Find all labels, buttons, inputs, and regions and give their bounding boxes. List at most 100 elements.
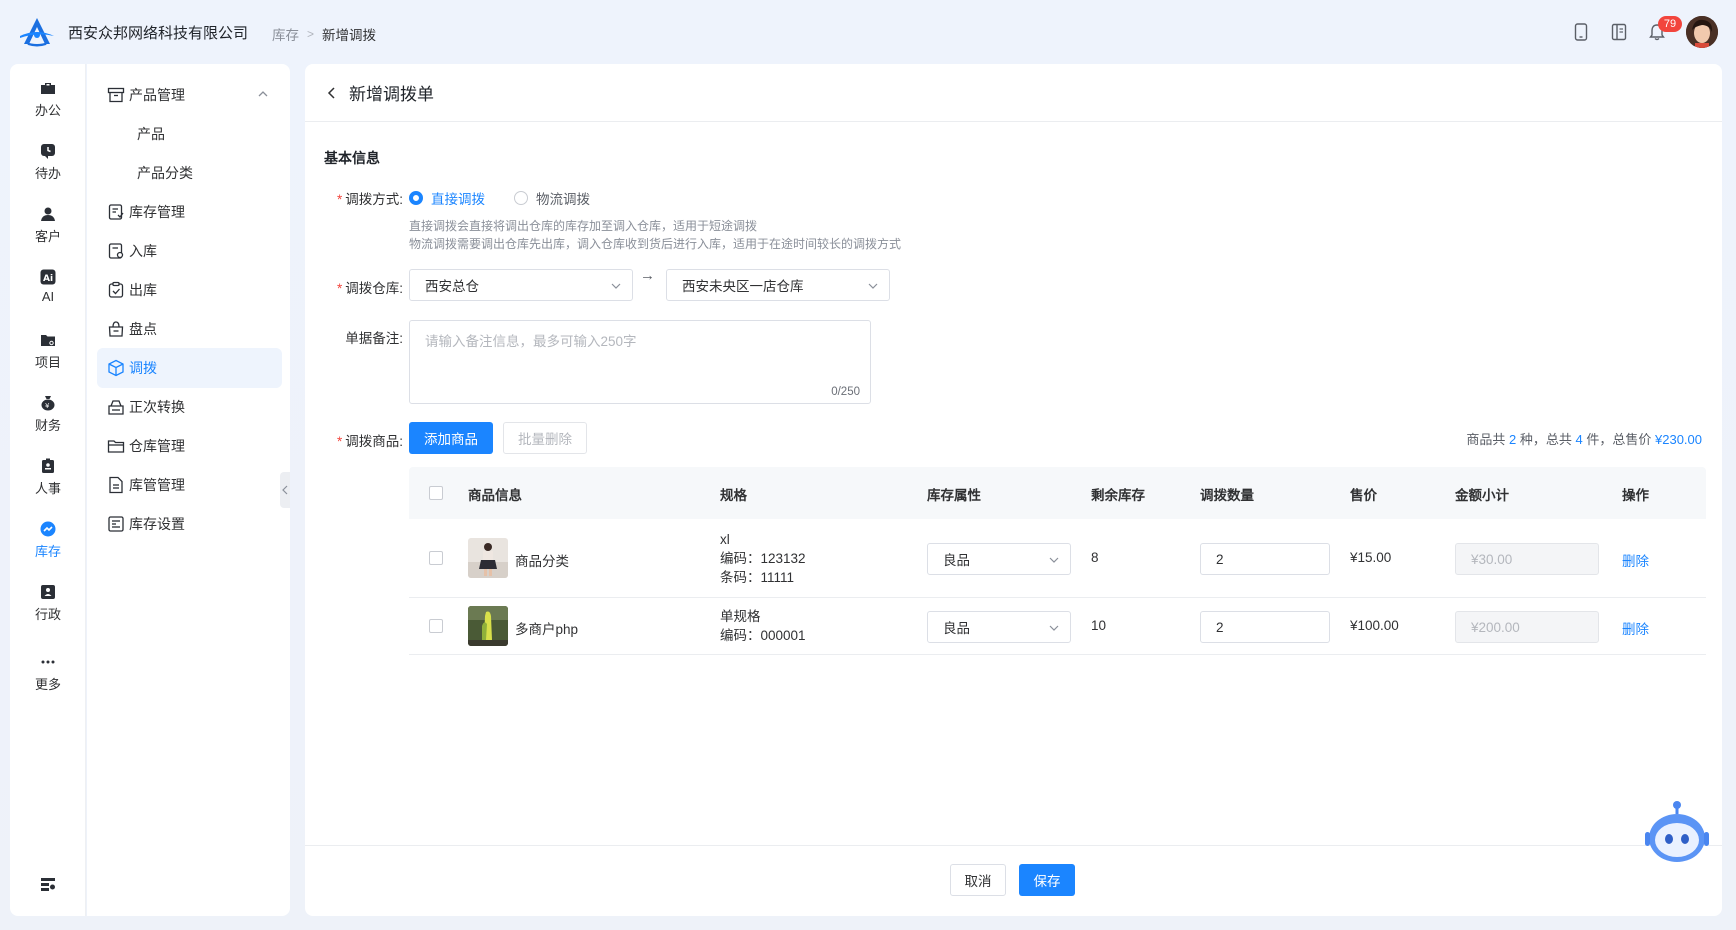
rail-item-inventory[interactable]: 库存 <box>10 521 86 560</box>
submenu-product-management[interactable]: 产品管理 <box>97 75 282 115</box>
submenu-label: 调拨 <box>129 360 157 376</box>
submenu-stock-in[interactable]: 入库 <box>97 231 282 271</box>
radio-label: 直接调拨 <box>431 192 485 207</box>
rail-item-ai[interactable]: Ai AI <box>10 269 86 304</box>
delete-row-button[interactable]: 删除 <box>1622 618 1649 638</box>
delete-row-button[interactable]: 删除 <box>1622 550 1649 570</box>
transfer-qty-input[interactable]: 2 <box>1200 611 1330 643</box>
radio-unselected-icon <box>514 191 528 205</box>
rail-item-admin[interactable]: 行政 <box>10 584 86 623</box>
ai-icon: Ai <box>40 269 56 285</box>
row-checkbox[interactable] <box>429 551 443 565</box>
radio-direct-transfer[interactable]: 直接调拨 <box>409 188 485 208</box>
breadcrumb: 库存 > 新增调拨 <box>272 24 376 44</box>
submenu-label: 仓库管理 <box>129 438 185 454</box>
company-logo[interactable] <box>18 16 56 48</box>
rail-label: 人事 <box>34 481 61 496</box>
submenu-stocktake[interactable]: 盘点 <box>97 309 282 349</box>
book-icon[interactable] <box>1600 14 1638 50</box>
remaining-stock: 8 <box>1091 550 1099 565</box>
page-title: 新增调拨单 <box>349 85 434 104</box>
warehouse-icon <box>107 440 125 453</box>
settings-toggle-icon <box>41 878 55 891</box>
breadcrumb-item-inventory[interactable]: 库存 <box>272 24 299 44</box>
hint-direct: 直接调拨会直接将调出仓库的库存加至调入仓库，适用于短途调拨 <box>409 219 758 233</box>
batch-delete-button[interactable]: 批量删除 <box>503 422 587 454</box>
rail-item-hr[interactable]: 人事 <box>10 458 86 497</box>
company-name: 西安众邦网络科技有限公司 <box>68 25 249 42</box>
column-header: 剩余库存 <box>1091 488 1145 503</box>
submenu-product[interactable]: 产品 <box>97 114 282 154</box>
submenu-warehouse-management[interactable]: 仓库管理 <box>97 426 282 466</box>
summary-total: ¥230.00 <box>1655 432 1702 447</box>
to-warehouse-select[interactable]: 西安未央区一店仓库 <box>666 269 890 301</box>
column-header: 金额小计 <box>1455 488 1509 503</box>
from-warehouse-select[interactable]: 西安总仓 <box>409 269 633 301</box>
submenu-label: 库管管理 <box>129 477 185 493</box>
back-arrow-icon[interactable] <box>325 86 339 100</box>
select-all-checkbox[interactable] <box>429 486 443 500</box>
submenu-keeper-management[interactable]: 库管管理 <box>97 465 282 505</box>
clock-icon <box>41 144 55 159</box>
remark-label: 单据备注: <box>345 331 403 346</box>
stock-attribute-select[interactable]: 良品 <box>927 543 1071 575</box>
radio-selected-icon <box>409 191 423 205</box>
submenu-label: 出库 <box>129 282 157 298</box>
rail-label: 待办 <box>34 166 61 181</box>
page-header: 新增调拨单 <box>305 64 1722 122</box>
submenu-inventory-settings[interactable]: 库存设置 <box>97 504 282 544</box>
rail-item-project[interactable]: 项目 <box>10 332 86 371</box>
add-goods-button[interactable]: 添加商品 <box>409 422 493 454</box>
table-header: 商品信息 规格 库存属性 剩余库存 调拨数量 售价 金额小计 操作 <box>409 467 1706 519</box>
radio-logistics-transfer[interactable]: 物流调拨 <box>514 188 590 208</box>
user-avatar[interactable] <box>1686 16 1718 48</box>
remaining-stock: 10 <box>1091 618 1107 633</box>
product-thumbnail <box>468 538 508 578</box>
submenu-label: 产品 <box>137 126 165 142</box>
form-footer: 取消 保存 <box>305 845 1722 916</box>
rail-item-office[interactable]: 办公 <box>10 80 86 119</box>
product-thumbnail <box>468 606 508 646</box>
collapse-sidebar-button[interactable] <box>280 472 290 508</box>
stock-out-icon <box>108 281 124 298</box>
stock-attribute-select[interactable]: 良品 <box>927 611 1071 643</box>
submenu-conversion[interactable]: 正次转换 <box>97 387 282 427</box>
assistant-robot-icon[interactable] <box>1641 800 1711 870</box>
bell-icon[interactable]: 79 <box>1638 14 1682 50</box>
submenu-transfer[interactable]: 调拨 <box>97 348 282 388</box>
spec-name: xl <box>720 532 730 547</box>
table-row: 商品分类 xl 编码：123132 条码：11111 良品 8 2 ¥15.00… <box>409 519 1706 598</box>
product-spec: xl 编码：123132 条码：11111 <box>720 530 806 587</box>
rail-item-more[interactable]: 更多 <box>10 654 86 693</box>
product-name: 商品分类 <box>515 554 569 569</box>
rail-item-finance[interactable]: ¥ 财务 <box>10 395 86 434</box>
row-checkbox[interactable] <box>429 619 443 633</box>
method-label: * 调拨方式: <box>336 192 403 207</box>
rail-settings[interactable] <box>10 876 86 896</box>
column-header: 规格 <box>720 488 747 503</box>
submenu-inventory-management[interactable]: 库存管理 <box>97 192 282 232</box>
rail-label: 财务 <box>34 418 61 433</box>
remark-textarea[interactable]: 请输入备注信息，最多可输入250字 0/250 <box>409 320 871 404</box>
stock-in-icon <box>108 243 124 259</box>
save-button[interactable]: 保存 <box>1019 864 1075 896</box>
svg-text:¥: ¥ <box>45 402 50 410</box>
transfer-qty-input[interactable]: 2 <box>1200 543 1330 575</box>
submenu-stock-out[interactable]: 出库 <box>97 270 282 310</box>
chevron-up-icon[interactable] <box>258 89 268 99</box>
mobile-icon[interactable] <box>1562 14 1600 50</box>
module-rail: 办公 待办 客户 Ai AI 项目 ¥ 财务 人事 库存 行政 更多 <box>10 64 86 916</box>
rail-label: 办公 <box>34 103 61 118</box>
select-value: 良品 <box>943 621 970 636</box>
cancel-button[interactable]: 取消 <box>950 864 1006 896</box>
rail-item-todo[interactable]: 待办 <box>10 143 86 182</box>
rail-item-customer[interactable]: 客户 <box>10 206 86 245</box>
warehouse-label: * 调拨仓库: <box>336 281 403 296</box>
folder-icon <box>41 335 55 346</box>
submenu-product-category[interactable]: 产品分类 <box>97 153 282 193</box>
convert-icon <box>108 400 124 415</box>
subtotal-field: ¥30.00 <box>1455 543 1599 575</box>
spec-code: 编码：123132 <box>720 551 806 566</box>
input-value: 2 <box>1216 619 1224 635</box>
cube-icon <box>108 359 124 377</box>
